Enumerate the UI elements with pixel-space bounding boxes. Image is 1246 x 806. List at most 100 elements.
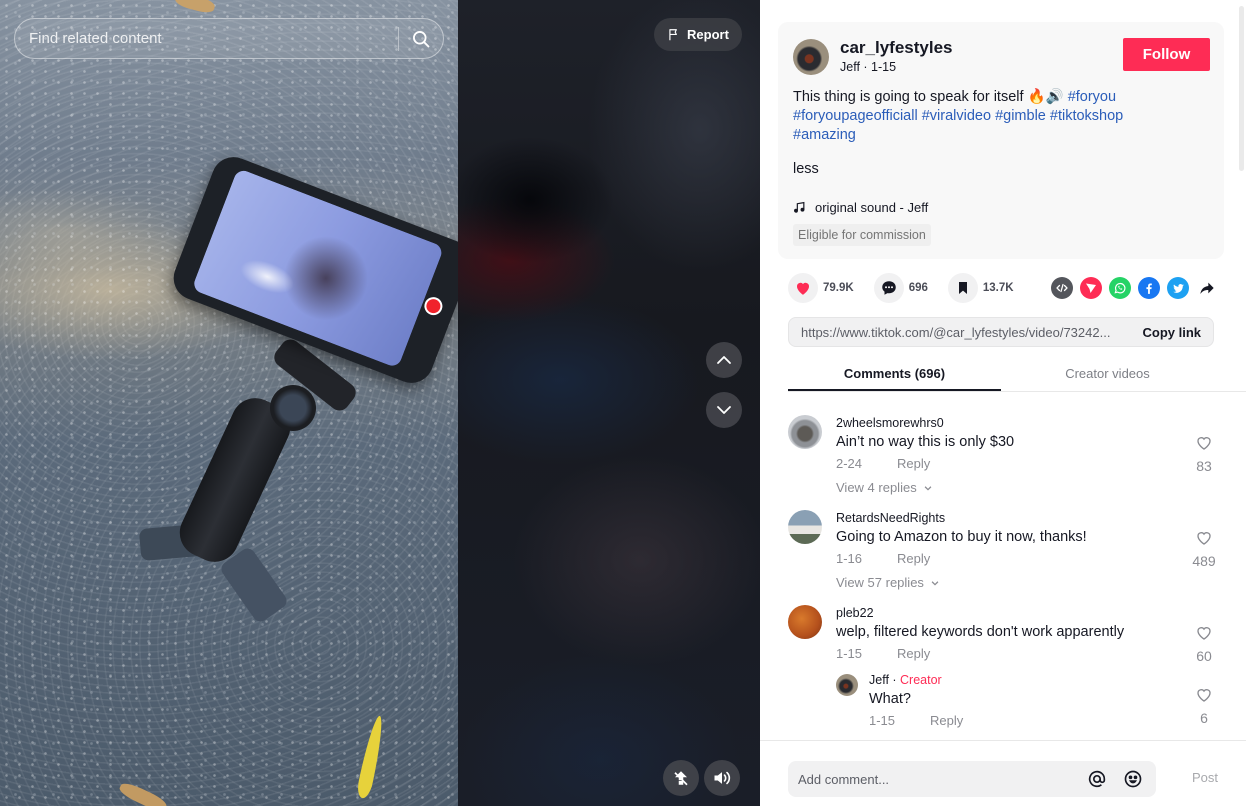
post-comment-button[interactable]: Post <box>1192 770 1218 785</box>
embed-code-icon <box>1056 283 1068 293</box>
heart-outline-icon <box>1197 627 1211 640</box>
share-facebook-button[interactable] <box>1138 277 1160 299</box>
reply-text: What? <box>869 691 911 707</box>
comment-like-count: 83 <box>1196 458 1212 474</box>
comment-list[interactable]: 2wheelsmorewhrs0 Ain’t no way this is on… <box>788 406 1218 740</box>
comment-date: 1-16 <box>836 551 863 566</box>
comment-like-button[interactable]: 60 <box>1190 624 1218 665</box>
description-card: car_lyfestyles Jeff · 1-15 Follow This t… <box>778 22 1224 259</box>
follow-button[interactable]: Follow <box>1123 38 1210 71</box>
copy-link-button[interactable]: Copy link <box>1142 325 1201 340</box>
reply-item: Jeff · Creator What? 1-15 Reply 6 <box>836 670 1211 729</box>
hashtag-link[interactable]: #foryoupageofficiall <box>793 108 918 124</box>
hashtag-link[interactable]: #viralvideo <box>922 108 991 124</box>
comment-like-button[interactable]: 489 <box>1190 529 1218 570</box>
commenter-username[interactable]: RetardsNeedRights <box>836 510 1178 526</box>
reply-button[interactable]: Reply <box>897 645 930 662</box>
paper-plane-icon <box>1086 283 1096 293</box>
reply-button[interactable]: Reply <box>897 550 930 567</box>
reply-button[interactable]: Reply <box>897 455 930 472</box>
hashtag-link[interactable]: #gimble <box>995 108 1046 124</box>
video-record-dot <box>421 294 446 318</box>
commenter-avatar[interactable] <box>788 605 822 639</box>
chevron-down-icon <box>924 485 932 491</box>
emoji-button[interactable] <box>1120 766 1146 792</box>
chevron-down-icon <box>717 406 731 414</box>
author-avatar[interactable] <box>793 38 829 75</box>
send-to-friends-button[interactable] <box>1080 277 1102 299</box>
sound-name: original sound - Jeff <box>815 200 929 215</box>
commenter-avatar[interactable] <box>788 510 822 544</box>
volume-icon <box>714 771 731 785</box>
video-url[interactable]: https://www.tiktok.com/@car_lyfestyles/v… <box>801 325 1142 340</box>
panel-scrollbar[interactable] <box>1239 6 1244 171</box>
search-button[interactable] <box>399 19 443 58</box>
heart-icon <box>796 282 810 295</box>
video-link-box: https://www.tiktok.com/@car_lyfestyles/v… <box>788 317 1214 347</box>
comment-icon <box>881 281 896 295</box>
flag-icon <box>669 28 677 40</box>
comment-button[interactable]: 696 <box>873 273 928 303</box>
facebook-icon <box>1146 283 1152 294</box>
commission-badge: Eligible for commission <box>793 224 931 246</box>
comment-input-wrapper <box>788 761 1156 797</box>
comment-item: pleb22 welp, filtered keywords don't wor… <box>788 596 1218 729</box>
caption-emoji: 🔥🔊 <box>1027 89 1064 105</box>
tab-creator-videos[interactable]: Creator videos <box>1001 358 1214 391</box>
author-meta: Jeff · 1-15 <box>840 59 952 75</box>
reply-separator: · <box>888 673 901 687</box>
tab-comments[interactable]: Comments (696) <box>788 358 1001 391</box>
save-count: 13.7K <box>982 282 1014 294</box>
sound-link[interactable]: original sound - Jeff <box>793 200 1209 215</box>
previous-video-button[interactable] <box>706 342 742 378</box>
comment-like-count: 60 <box>1196 648 1212 664</box>
commenter-username[interactable]: pleb22 <box>836 605 1178 621</box>
video-caption: This thing is going to speak for itself … <box>793 88 1209 145</box>
comment-like-count: 489 <box>1192 553 1216 569</box>
reply-username-row: Jeff · Creator <box>869 672 1138 688</box>
save-button[interactable]: 13.7K <box>947 273 1014 303</box>
share-twitter-button[interactable] <box>1167 277 1189 299</box>
floating-player-icon <box>674 771 688 786</box>
hashtag-link[interactable]: #tiktokshop <box>1050 108 1123 124</box>
video-player-area: Report <box>0 0 760 806</box>
next-video-button[interactable] <box>706 392 742 428</box>
reply-username[interactable]: Jeff <box>869 673 889 687</box>
mention-button[interactable] <box>1084 766 1110 792</box>
video-frame[interactable] <box>0 0 458 806</box>
more-share-button[interactable] <box>1196 277 1218 299</box>
author-username[interactable]: car_lyfestyles <box>840 38 952 58</box>
comment-text: welp, filtered keywords don't work appar… <box>836 624 1125 640</box>
reply-avatar[interactable] <box>836 674 858 696</box>
comment-count: 696 <box>908 282 928 294</box>
commenter-username[interactable]: 2wheelsmorewhrs0 <box>836 415 1178 431</box>
volume-button[interactable] <box>704 760 740 796</box>
report-button[interactable]: Report <box>654 18 742 51</box>
view-replies-button[interactable]: View 57 replies <box>836 575 1178 590</box>
comment-like-button[interactable]: 83 <box>1190 434 1218 475</box>
whatsapp-icon <box>1114 282 1126 294</box>
commenter-avatar[interactable] <box>788 415 822 449</box>
share-whatsapp-button[interactable] <box>1109 277 1131 299</box>
video-gimbal-motor <box>270 385 316 431</box>
like-button[interactable]: 79.9K <box>788 273 854 303</box>
hashtag-link[interactable]: #foryou <box>1068 89 1116 105</box>
details-panel: car_lyfestyles Jeff · 1-15 Follow This t… <box>760 0 1246 806</box>
floating-player-button[interactable] <box>663 760 699 796</box>
comment-text: Ain’t no way this is only $30 <box>836 434 1015 450</box>
heart-outline-icon <box>1197 532 1211 545</box>
embed-button[interactable] <box>1051 277 1073 299</box>
show-less-link[interactable]: less <box>793 161 819 177</box>
related-search-input[interactable] <box>15 19 398 58</box>
comment-input[interactable] <box>798 771 1074 787</box>
hashtag-link[interactable]: #amazing <box>793 127 856 143</box>
reply-button[interactable]: Reply <box>930 712 963 729</box>
reply-like-button[interactable]: 6 <box>1190 686 1218 727</box>
video-texture <box>0 0 458 806</box>
post-date: 1-15 <box>871 60 897 74</box>
comment-composer: Post <box>760 740 1246 806</box>
related-search-bar <box>14 18 444 59</box>
view-replies-label: View 57 replies <box>836 575 924 590</box>
view-replies-button[interactable]: View 4 replies <box>836 480 1178 495</box>
twitter-icon <box>1172 283 1184 293</box>
